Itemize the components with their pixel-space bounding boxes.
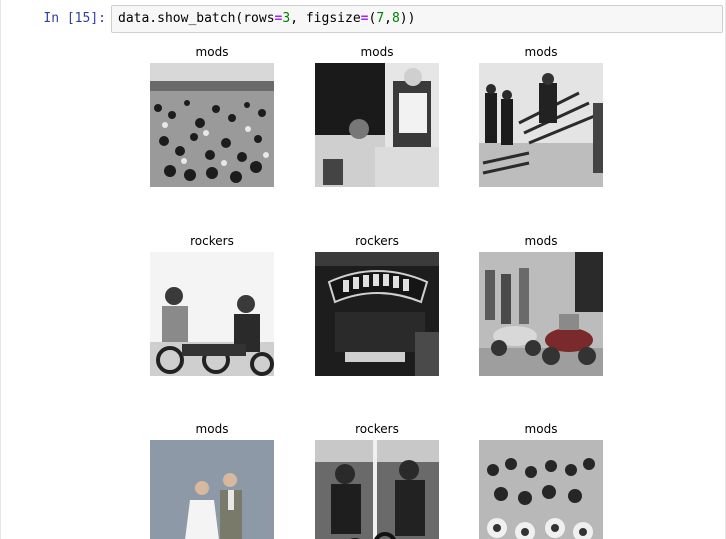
photo-scooters-image bbox=[479, 252, 603, 376]
photo-beach-chairs-image bbox=[479, 63, 603, 187]
photo-couple-image bbox=[150, 440, 274, 539]
output-image-grid: mods mods mods rockers rockers mods mods… bbox=[0, 0, 726, 539]
tile-label: rockers bbox=[355, 422, 399, 436]
tile-label: mods bbox=[195, 422, 229, 436]
tile-label: rockers bbox=[355, 234, 399, 248]
tile-label: rockers bbox=[190, 234, 234, 248]
photo-magazine-image bbox=[315, 63, 439, 187]
photo-scooter-rally-image bbox=[479, 440, 603, 539]
notebook-cell: In [15]: data.show_batch(rows=3, figsize… bbox=[0, 0, 726, 539]
photo-rockers-jacket-image bbox=[315, 252, 439, 376]
tile-label: mods bbox=[360, 45, 394, 59]
tile-label: mods bbox=[524, 234, 558, 248]
tile-label: mods bbox=[195, 45, 229, 59]
photo-crowd-image bbox=[150, 63, 274, 187]
photo-riders-image bbox=[315, 440, 439, 539]
tile-label: mods bbox=[524, 45, 558, 59]
tile-label: mods bbox=[524, 422, 558, 436]
photo-bikers-image bbox=[150, 252, 274, 376]
